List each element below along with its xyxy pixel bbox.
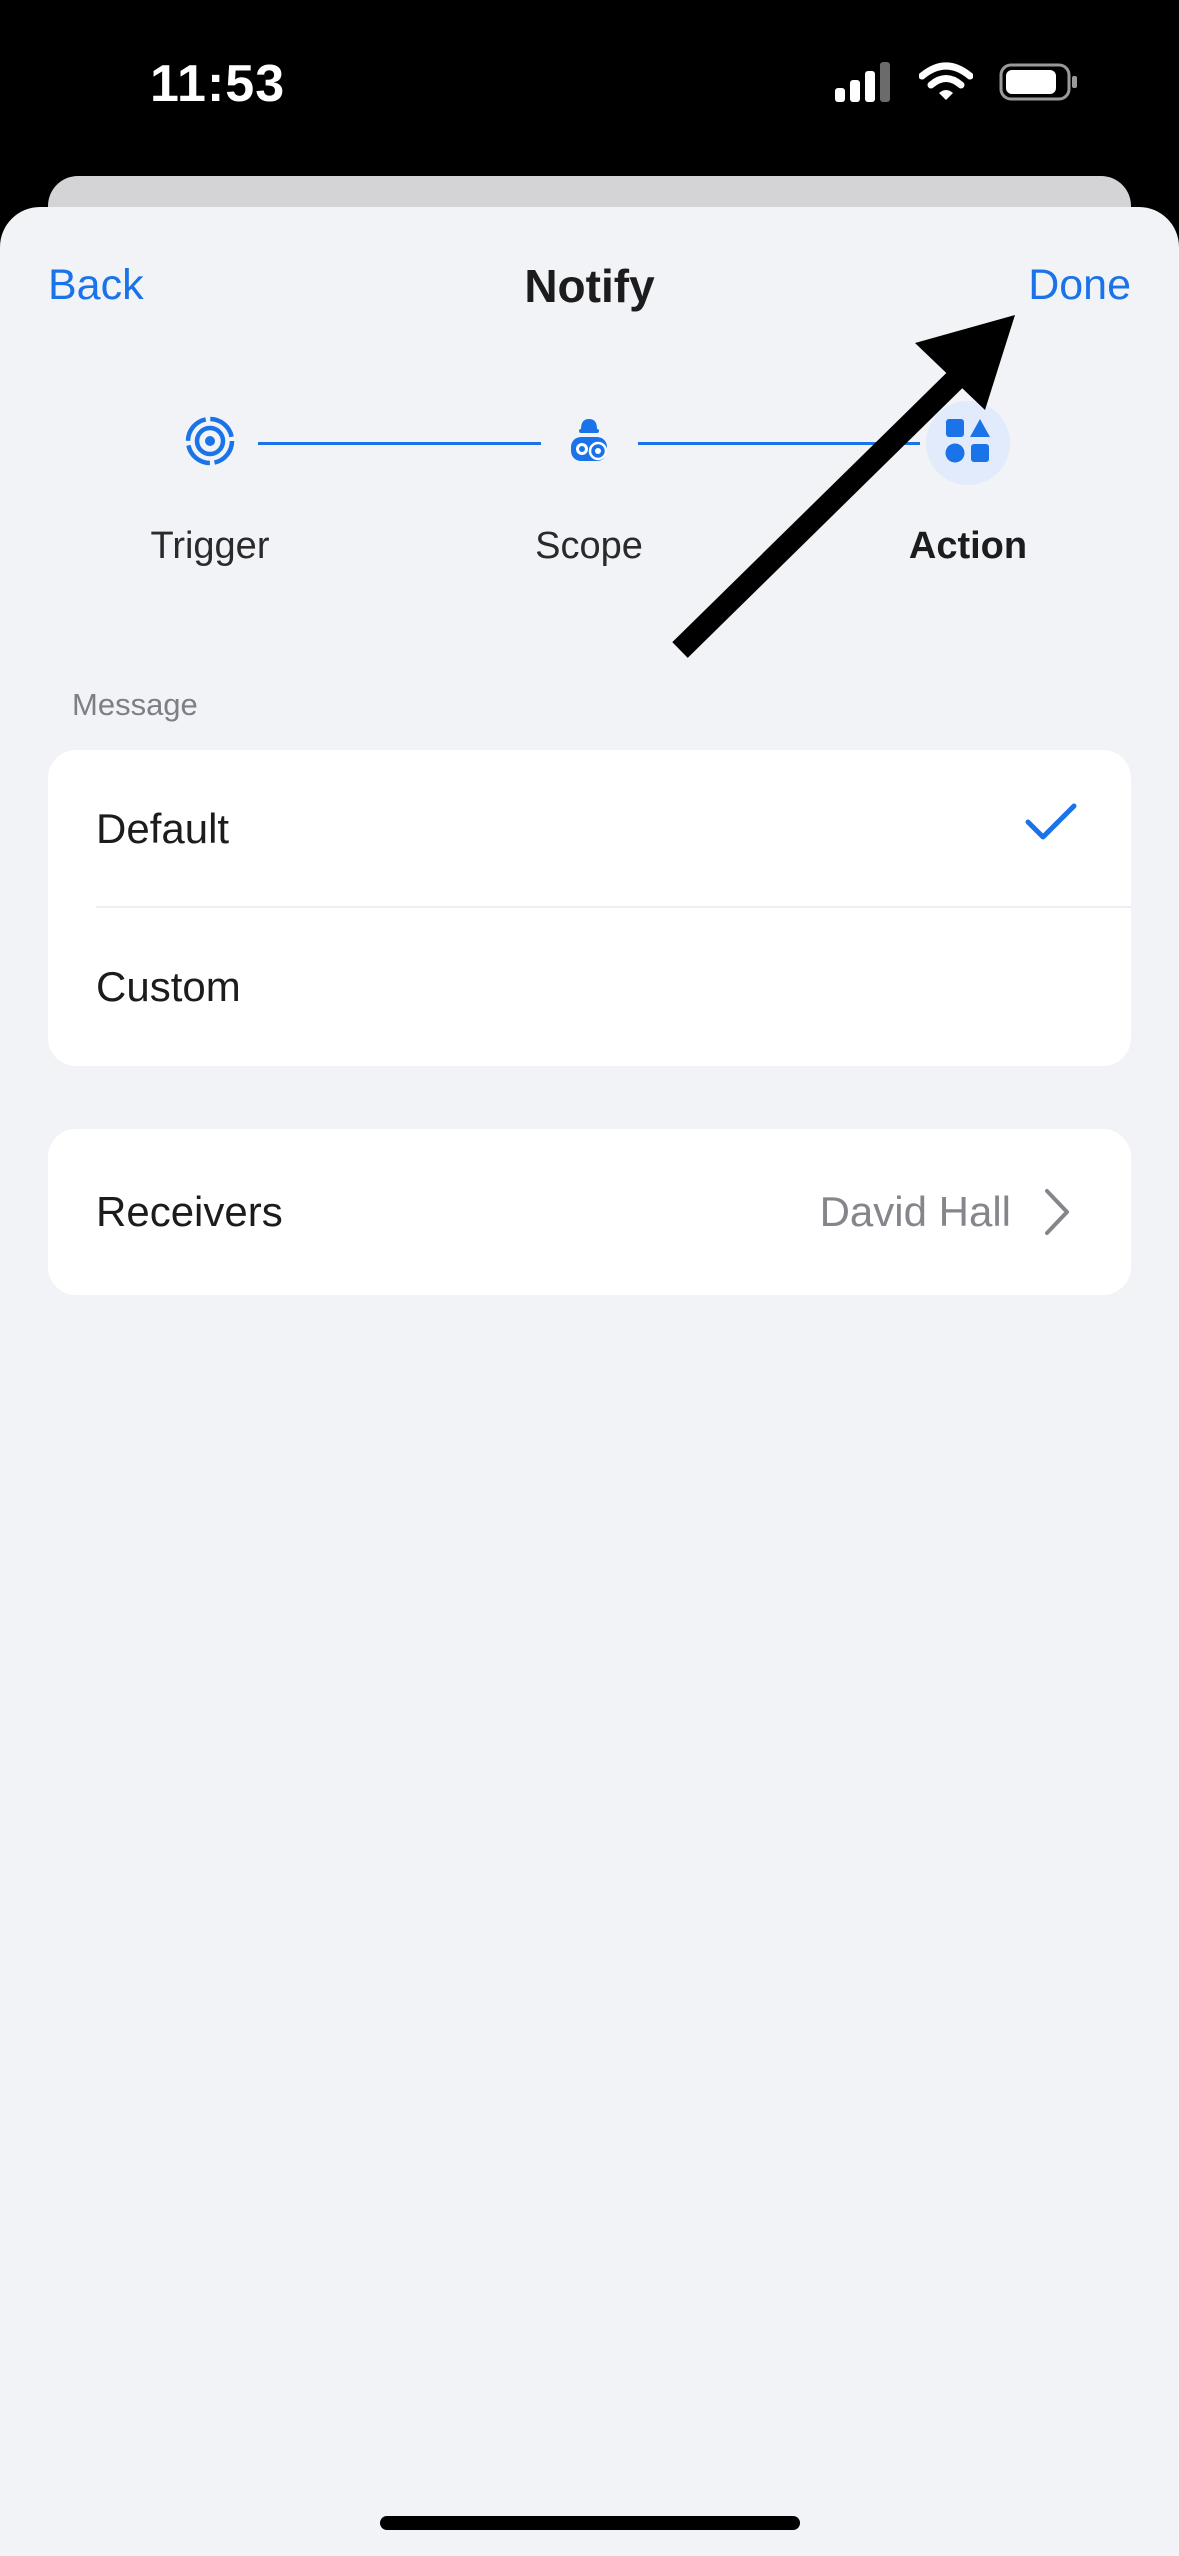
- message-options-card: Default Custom: [48, 750, 1131, 1066]
- option-label: Custom: [96, 963, 241, 1010]
- receivers-value: David Hall: [819, 1188, 1011, 1235]
- receivers-row[interactable]: Receivers David Hall: [48, 1129, 1131, 1295]
- receivers-label: Receivers: [96, 1188, 283, 1235]
- chevron-right-icon: [1043, 1187, 1071, 1242]
- annotation-arrow-icon: [672, 315, 1015, 658]
- option-custom[interactable]: Custom: [48, 908, 1131, 1066]
- option-label: Default: [96, 805, 230, 852]
- option-default[interactable]: Default: [48, 750, 1131, 908]
- home-indicator: [380, 2516, 800, 2530]
- checkmark-icon: [1025, 802, 1077, 847]
- receivers-card: Receivers David Hall: [48, 1129, 1131, 1295]
